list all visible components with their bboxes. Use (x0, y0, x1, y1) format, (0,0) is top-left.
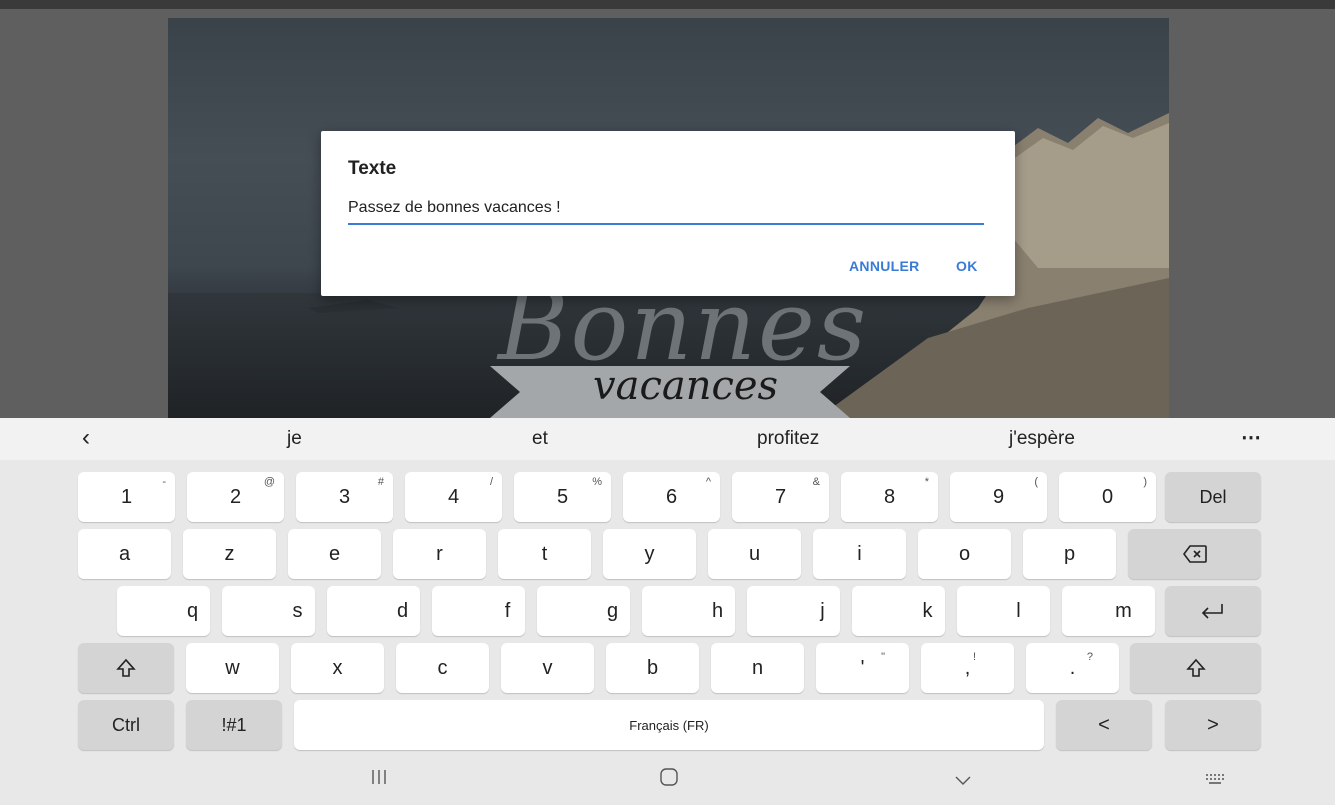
key-p[interactable]: p (1023, 529, 1116, 579)
key-7[interactable]: 7 & (732, 472, 829, 522)
key-alt: ) (1143, 476, 1147, 488)
key-alt: / (489, 476, 493, 488)
key-w[interactable]: w (186, 643, 279, 693)
del-key[interactable]: Del (1165, 472, 1261, 522)
key-j[interactable]: j (747, 586, 840, 636)
ok-button[interactable]: OK (956, 258, 978, 274)
key-k[interactable]: k (852, 586, 945, 636)
text-dialog: Texte ANNULER OK (321, 131, 1015, 296)
recents-icon[interactable] (370, 769, 388, 790)
chevron-left-icon[interactable]: ‹ (82, 424, 90, 452)
key-s[interactable]: s (222, 586, 315, 636)
more-icon[interactable]: ⋯ (1241, 425, 1262, 450)
key-label: 6 (665, 485, 678, 508)
space-key[interactable]: Français (FR) (294, 700, 1044, 750)
cancel-button[interactable]: ANNULER (849, 258, 920, 274)
key-m[interactable]: m (1062, 586, 1155, 636)
key-n[interactable]: n (711, 643, 804, 693)
key-label: 4 (447, 485, 460, 508)
key-o[interactable]: o (918, 529, 1011, 579)
key-label: . (1069, 656, 1076, 679)
key-v[interactable]: v (501, 643, 594, 693)
key-5[interactable]: 5% (514, 472, 611, 522)
key-0[interactable]: 0) (1059, 472, 1156, 522)
key-label: 8 (883, 485, 896, 508)
key-alt: @ (263, 476, 275, 488)
key-i[interactable]: i (813, 529, 906, 579)
key-e[interactable]: e (288, 529, 381, 579)
key-label: ' (860, 656, 865, 679)
cursor-left-key[interactable]: < (1056, 700, 1152, 750)
key-y[interactable]: y (603, 529, 696, 579)
chevron-down-icon[interactable] (954, 771, 972, 792)
key-2[interactable]: 2 @ (187, 472, 284, 522)
key-label: 5 (556, 485, 569, 508)
text-input[interactable] (348, 193, 984, 225)
card-subline: vacances (593, 363, 779, 409)
key-alt: % (592, 476, 602, 488)
key-alt: # (377, 476, 384, 488)
shift-icon (116, 658, 136, 677)
key-label: 0 (1101, 485, 1114, 508)
key-z[interactable]: z (183, 529, 276, 579)
key-alt: ? (1086, 651, 1093, 663)
suggestion-item[interactable]: et (532, 428, 548, 450)
enter-icon (1201, 604, 1223, 619)
system-nav-bar (0, 753, 1335, 805)
suggestion-item[interactable]: je (287, 428, 302, 450)
dialog-title: Texte (348, 158, 397, 179)
key-t[interactable]: t (498, 529, 591, 579)
key-q[interactable]: q (117, 586, 210, 636)
enter-key[interactable] (1165, 586, 1261, 636)
key-label: 7 (774, 485, 787, 508)
key-alt: * (924, 476, 929, 488)
key-label: 1 (120, 485, 133, 508)
home-icon[interactable] (659, 767, 679, 792)
key-label: 2 (229, 485, 242, 508)
key-period[interactable]: .? (1026, 643, 1119, 693)
key-l[interactable]: l (957, 586, 1050, 636)
suggestion-item[interactable]: profitez (757, 428, 819, 450)
key-label: 3 (338, 485, 351, 508)
cursor-right-key[interactable]: > (1165, 700, 1261, 750)
key-d[interactable]: d (327, 586, 420, 636)
key-label: , (964, 656, 971, 679)
status-strip (0, 0, 1335, 9)
key-4[interactable]: 4/ (405, 472, 502, 522)
key-g[interactable]: g (537, 586, 630, 636)
key-f[interactable]: f (432, 586, 525, 636)
key-apostrophe[interactable]: ' " (816, 643, 909, 693)
key-x[interactable]: x (291, 643, 384, 693)
key-u[interactable]: u (708, 529, 801, 579)
key-3[interactable]: 3 # (296, 472, 393, 522)
suggestion-bar: ‹ je et profitez j'espère ⋯ (0, 418, 1335, 460)
key-alt: - (162, 476, 166, 488)
key-a[interactable]: a (78, 529, 171, 579)
backspace-icon (1182, 545, 1207, 563)
shift-icon (1185, 658, 1206, 677)
key-6[interactable]: 6 ^ (623, 472, 720, 522)
key-label: 9 (992, 485, 1005, 508)
ctrl-key[interactable]: Ctrl (78, 700, 174, 750)
key-alt: & (812, 476, 820, 488)
key-comma[interactable]: ,! (921, 643, 1014, 693)
suggestion-item[interactable]: j'espère (1009, 428, 1075, 450)
key-r[interactable]: r (393, 529, 486, 579)
key-b[interactable]: b (606, 643, 699, 693)
key-alt: " (881, 651, 885, 663)
key-8[interactable]: 8 * (841, 472, 938, 522)
shift-key-left[interactable] (78, 643, 174, 693)
key-alt: ^ (705, 476, 711, 488)
key-alt: ( (1034, 476, 1038, 488)
onscreen-keyboard: ‹ je et profitez j'espère ⋯ 1- 2 @ 3 # 4/ … (0, 418, 1335, 805)
key-c[interactable]: c (396, 643, 489, 693)
backspace-key[interactable] (1128, 529, 1261, 579)
key-h[interactable]: h (642, 586, 735, 636)
key-9[interactable]: 9( (950, 472, 1047, 522)
symbols-key[interactable]: !#1 (186, 700, 282, 750)
keyboard-icon[interactable] (1205, 771, 1225, 792)
key-1[interactable]: 1- (78, 472, 175, 522)
shift-key-right[interactable] (1130, 643, 1261, 693)
key-alt: ! (972, 651, 976, 663)
